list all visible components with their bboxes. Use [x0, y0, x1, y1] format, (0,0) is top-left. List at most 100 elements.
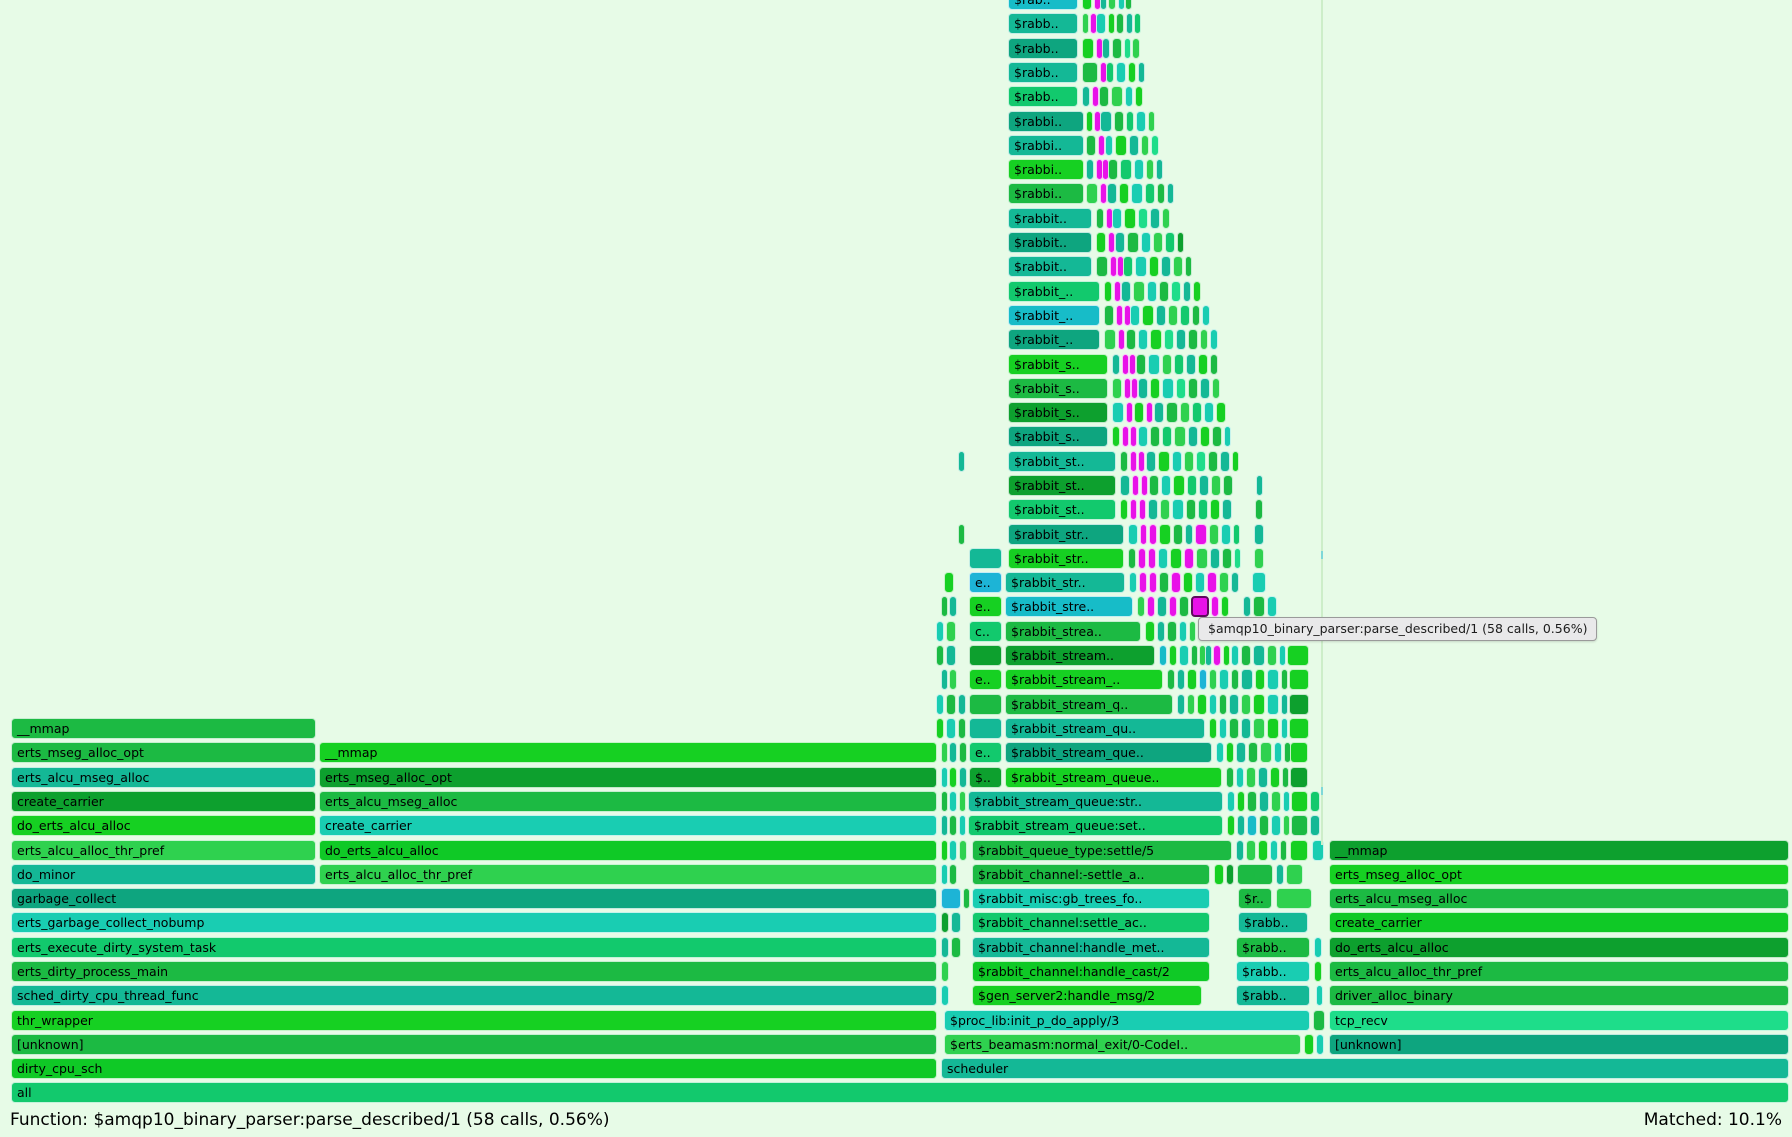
flame-cell[interactable] [1114, 281, 1121, 302]
flame-cell[interactable] [1180, 402, 1190, 423]
flame-cell[interactable] [1082, 0, 1092, 10]
flame-cell[interactable] [1149, 524, 1157, 545]
flame-cell[interactable] [1120, 499, 1128, 520]
flame-cell[interactable] [936, 621, 944, 642]
flame-cell[interactable] [1177, 232, 1184, 253]
flame-cell[interactable] [1116, 13, 1124, 34]
flame-cell[interactable] [1151, 135, 1159, 156]
flame-cell[interactable] [1205, 645, 1212, 666]
flame-cell[interactable] [1183, 281, 1191, 302]
flame-cell[interactable]: erts_alcu_alloc_thr_pref [1329, 961, 1789, 982]
flame-cell[interactable]: $gen_server2:handle_msg/2 [972, 985, 1202, 1006]
flame-cell[interactable] [1112, 208, 1122, 229]
flame-cell[interactable]: do_minor [11, 864, 316, 885]
flame-cell[interactable]: $rabbit_channel:handle_met.. [972, 937, 1210, 958]
flame-cell[interactable] [1104, 329, 1116, 350]
flame-cell[interactable]: $rabbit_str.. [1008, 524, 1124, 545]
flame-cell[interactable] [1280, 840, 1287, 861]
flame-cell[interactable] [1174, 354, 1184, 375]
flame-cell[interactable] [941, 840, 948, 861]
flame-cell[interactable] [1236, 767, 1244, 788]
flame-cell[interactable] [1259, 815, 1269, 836]
flame-cell[interactable] [1126, 111, 1134, 132]
flame-cell[interactable] [1082, 86, 1090, 107]
flame-cell[interactable] [1176, 378, 1186, 399]
flame-cell[interactable] [1137, 596, 1145, 617]
flame-cell[interactable] [1138, 548, 1146, 569]
flame-cell[interactable] [969, 548, 1002, 569]
flame-cell[interactable] [1171, 572, 1181, 593]
flame-cell[interactable] [1283, 815, 1290, 836]
flame-cell[interactable]: $rabb.. [1008, 62, 1078, 83]
flame-cell[interactable] [1108, 0, 1116, 10]
flame-cell[interactable] [1154, 402, 1164, 423]
flame-cell[interactable] [1209, 718, 1217, 739]
flame-cell[interactable]: $rabbit_st.. [1008, 475, 1116, 496]
flame-cell[interactable] [1237, 815, 1245, 836]
flame-cell[interactable] [1130, 451, 1137, 472]
flame-cell[interactable] [1202, 305, 1210, 326]
flame-cell[interactable] [1123, 256, 1133, 277]
flame-cell[interactable] [969, 645, 1002, 666]
flame-cell[interactable] [1086, 159, 1094, 180]
flame-cell[interactable] [1248, 742, 1258, 763]
flame-cell[interactable] [1092, 86, 1099, 107]
flame-cell[interactable]: $proc_lib:init_p_do_apply/3 [944, 1010, 1310, 1031]
flame-cell[interactable] [949, 864, 957, 885]
flame-cell[interactable]: dirty_cpu_sch [11, 1058, 937, 1079]
flame-cell[interactable]: $rabbit_strea.. [1005, 621, 1141, 642]
flame-cell[interactable]: erts_alcu_mseg_alloc [319, 791, 937, 812]
flame-cell[interactable] [1122, 354, 1129, 375]
flame-cell[interactable] [1253, 718, 1265, 739]
flame-cell[interactable]: $rabbit_s.. [1008, 354, 1108, 375]
flame-cell[interactable] [1160, 499, 1170, 520]
flame-cell[interactable] [1107, 183, 1117, 204]
flame-cell[interactable] [1233, 524, 1240, 545]
flame-cell[interactable] [1253, 694, 1265, 715]
flame-cell[interactable] [1161, 475, 1171, 496]
flame-cell[interactable] [1196, 548, 1208, 569]
flame-cell[interactable]: $rabbit_.. [1008, 305, 1100, 326]
flame-cell[interactable] [1139, 499, 1146, 520]
flame-cell[interactable] [1219, 572, 1229, 593]
flame-cell[interactable] [1169, 596, 1177, 617]
flame-cell[interactable]: $rabbit_channel:-settle_a.. [972, 864, 1210, 885]
flame-cell[interactable] [1111, 86, 1123, 107]
flame-cell[interactable] [1104, 281, 1112, 302]
flame-cell[interactable] [1146, 402, 1153, 423]
flame-cell[interactable] [1126, 402, 1133, 423]
flame-cell[interactable] [1290, 742, 1308, 763]
flame-cell[interactable] [1141, 475, 1148, 496]
flame-cell[interactable] [1237, 791, 1245, 812]
flame-cell[interactable]: e.. [969, 742, 1002, 763]
flame-cell[interactable] [1139, 572, 1147, 593]
flame-cell[interactable] [1134, 159, 1144, 180]
flame-cell[interactable] [1187, 669, 1197, 690]
flame-cell[interactable]: $rabbit_stream_queue.. [1005, 767, 1222, 788]
flame-cell[interactable] [1138, 378, 1148, 399]
flame-cell[interactable] [1177, 669, 1185, 690]
flame-cell[interactable] [1195, 572, 1205, 593]
flame-cell[interactable] [1128, 548, 1136, 569]
flame-cell[interactable]: $rabbit_.. [1008, 329, 1100, 350]
flame-cell[interactable]: $rabbit_misc:gb_trees_fo.. [972, 888, 1210, 909]
flame-cell[interactable] [1316, 1034, 1324, 1055]
flame-cell[interactable]: sched_dirty_cpu_thread_func [11, 985, 937, 1006]
flame-cell[interactable] [1162, 208, 1170, 229]
flame-cell[interactable]: e.. [969, 572, 1002, 593]
flame-cell[interactable] [1130, 499, 1137, 520]
flame-cell[interactable] [1096, 256, 1108, 277]
flame-cell[interactable] [1115, 232, 1125, 253]
flame-cell[interactable] [941, 596, 948, 617]
flame-cell[interactable] [1147, 596, 1155, 617]
flame-cell[interactable] [1164, 329, 1174, 350]
flame-cell[interactable] [1165, 232, 1175, 253]
flame-cell[interactable] [949, 596, 957, 617]
flame-cell[interactable] [1188, 378, 1198, 399]
flame-cell[interactable] [1255, 669, 1265, 690]
flame-cell[interactable]: do_erts_alcu_alloc [11, 815, 316, 836]
flame-cell[interactable] [1192, 402, 1202, 423]
flame-cell[interactable] [1241, 669, 1253, 690]
flame-cell[interactable] [1098, 135, 1105, 156]
flame-cell[interactable] [1283, 791, 1290, 812]
